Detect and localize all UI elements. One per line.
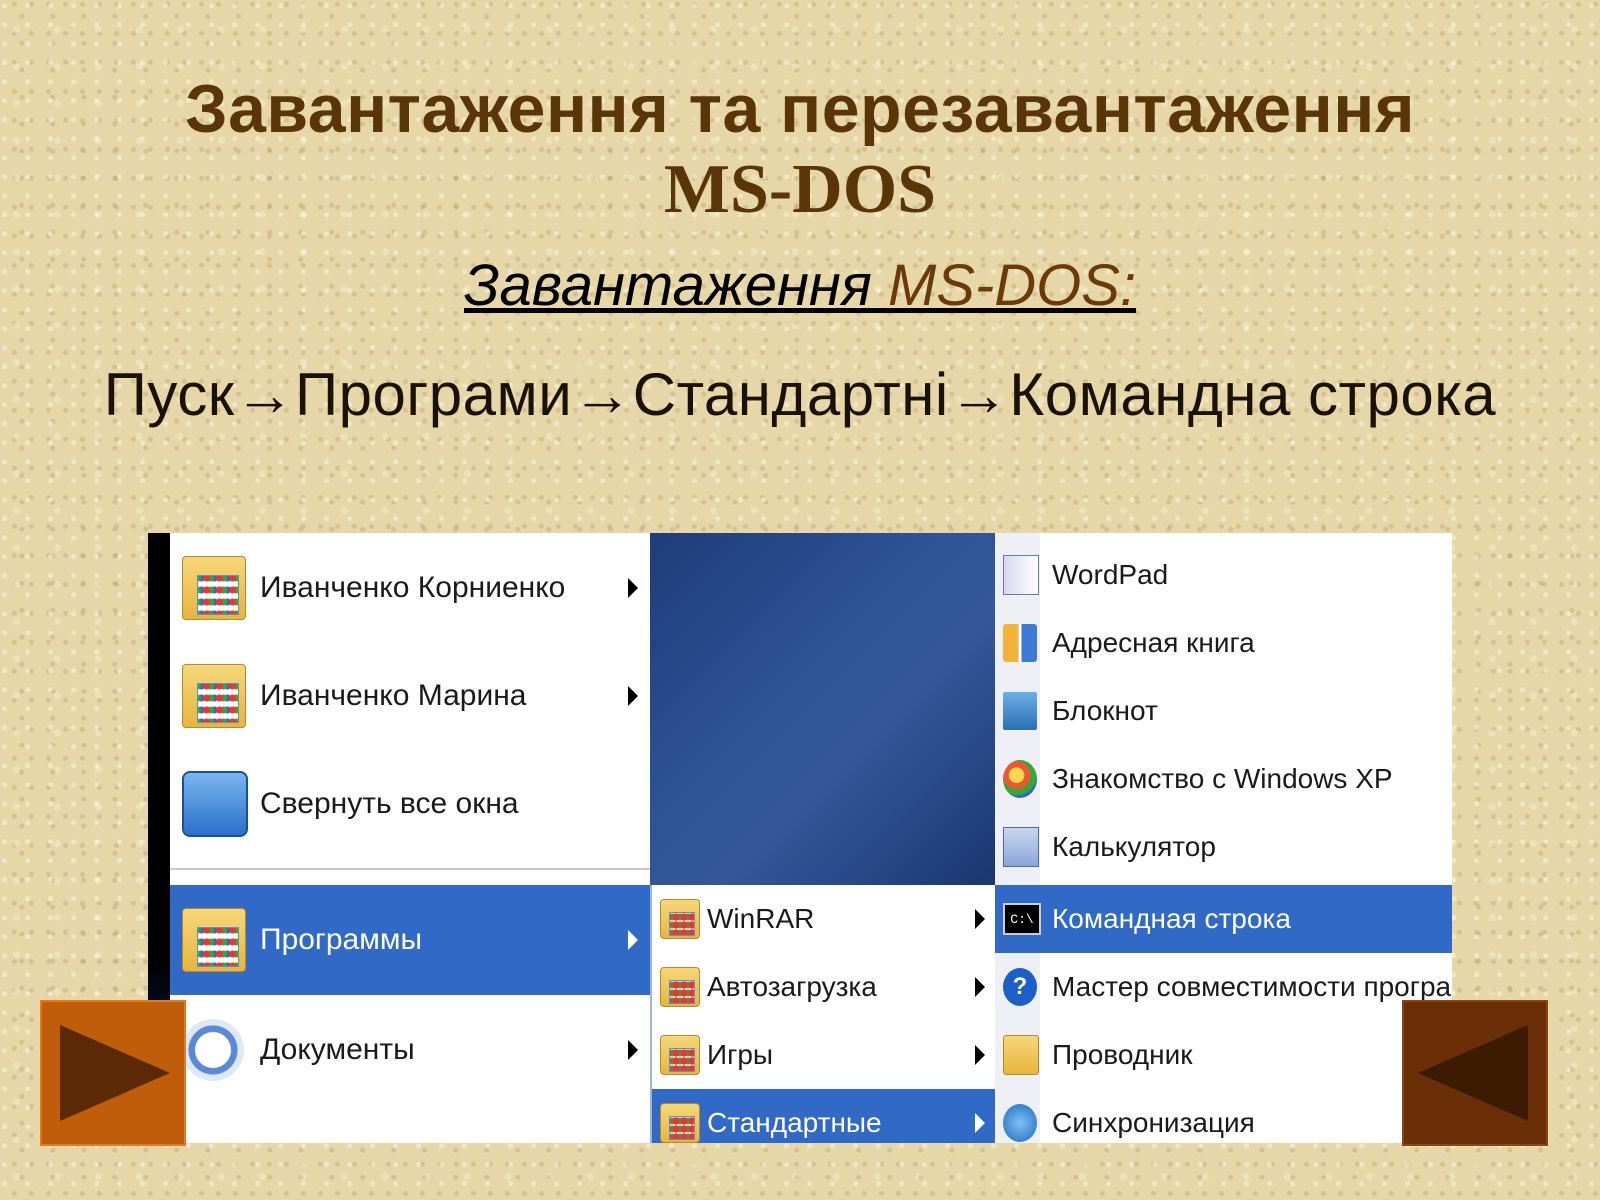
submenu-arrow-icon [628, 1040, 638, 1060]
submenu-arrow-icon [628, 686, 638, 706]
subtitle-text: Завантаження [463, 253, 888, 318]
menu-item-label: Стандартные [707, 1107, 882, 1138]
menu-item-wordpad[interactable]: WordPad [995, 541, 1452, 609]
menu-item-ivanchenko-kornienko[interactable]: Иванченко Корниенко [170, 533, 650, 643]
submenu-arrow-icon [975, 909, 985, 929]
accessories-submenu: WordPad Адресная книга Блокнот Знакомств… [995, 533, 1452, 1143]
menu-item-label: Документы [260, 1033, 415, 1066]
start-menu-background [650, 533, 995, 885]
next-slide-button[interactable] [40, 1000, 186, 1146]
menu-item-label: Программы [260, 923, 423, 956]
folder-icon [182, 556, 246, 620]
menu-item-windows-tour[interactable]: Знакомство с Windows XP [995, 745, 1452, 813]
menu-item-autostart[interactable]: Автозагрузка [652, 953, 997, 1021]
menu-item-label: Свернуть все окна [260, 787, 519, 820]
menu-item-label: Калькулятор [1052, 831, 1216, 862]
menu-item-notepad[interactable]: Блокнот [995, 677, 1452, 745]
menu-item-label: Знакомство с Windows XP [1052, 763, 1393, 794]
menu-item-label: Проводник [1052, 1039, 1193, 1070]
notepad-icon [1003, 692, 1037, 730]
programs-folder-icon [182, 908, 246, 972]
menu-item-minimize-all[interactable]: Свернуть все окна [170, 749, 650, 859]
menu-item-winrar[interactable]: WinRAR [652, 885, 997, 953]
sync-icon [1003, 1104, 1037, 1142]
menu-item-label: Блокнот [1052, 695, 1158, 726]
menu-item-label: Игры [707, 1039, 774, 1070]
menu-divider [170, 868, 650, 870]
menu-item-calculator[interactable]: Калькулятор [995, 813, 1452, 881]
slide-subtitle: Завантаження MS-DOS: [0, 252, 1600, 319]
menu-item-label: Адресная книга [1052, 627, 1255, 658]
minimize-windows-icon [182, 771, 248, 837]
menu-item-programs[interactable]: Программы [170, 885, 650, 995]
folder-icon [660, 967, 700, 1007]
menu-item-synchronization[interactable]: Синхронизация [995, 1089, 1452, 1143]
menu-item-explorer[interactable]: Проводник [995, 1021, 1452, 1089]
menu-item-label: WordPad [1052, 559, 1169, 590]
command-prompt-icon: C:\ [1003, 903, 1041, 935]
calculator-icon [1003, 827, 1039, 867]
menu-item-label: Иванченко Корниенко [260, 571, 566, 604]
submenu-arrow-icon [975, 1113, 985, 1133]
help-icon: ? [1003, 968, 1037, 1006]
programs-submenu: WinRAR Автозагрузка Игры Стандартные [650, 885, 997, 1143]
submenu-arrow-icon [628, 930, 638, 950]
subtitle-ms-dos: MS-DOS: [887, 253, 1137, 318]
menu-item-label: Синхронизация [1052, 1107, 1255, 1138]
menu-item-label: Иванченко Марина [260, 679, 527, 712]
menu-item-label: Командная строка [1052, 903, 1291, 934]
submenu-arrow-icon [975, 1045, 985, 1065]
start-menu-column: Иванченко Корниенко Иванченко Марина Све… [148, 533, 650, 1143]
menu-item-games[interactable]: Игры [652, 1021, 997, 1089]
previous-slide-button[interactable] [1402, 1000, 1548, 1146]
start-menu-screenshot: Иванченко Корниенко Иванченко Марина Све… [148, 533, 1452, 1143]
folder-icon [182, 664, 246, 728]
submenu-arrow-icon [628, 578, 638, 598]
menu-path: Пуск→Програми→Стандартні→Командна строка [103, 361, 1497, 428]
menu-item-label: Автозагрузка [707, 971, 877, 1002]
folder-icon [660, 1035, 700, 1075]
slide-title-ms-dos: MS-DOS [663, 151, 937, 228]
address-book-icon [1003, 624, 1037, 662]
menu-item-label: Мастер совместимости программ [1052, 971, 1452, 1002]
slide-title: Завантаження та перезавантаження [184, 71, 1416, 147]
menu-item-command-prompt[interactable]: C:\ Командная строка [995, 885, 1452, 953]
play-back-icon [1418, 1025, 1528, 1121]
menu-item-accessories[interactable]: Стандартные [652, 1089, 997, 1143]
menu-item-documents[interactable]: Документы [170, 995, 650, 1105]
submenu-arrow-icon [975, 977, 985, 997]
play-forward-icon [60, 1025, 170, 1121]
menu-item-address-book[interactable]: Адресная книга [995, 609, 1452, 677]
windows-tour-icon [1003, 760, 1037, 798]
menu-item-label: WinRAR [707, 903, 815, 934]
folder-icon [660, 899, 700, 939]
wordpad-icon [1003, 555, 1039, 595]
explorer-icon [1003, 1035, 1039, 1075]
menu-item-ivanchenko-marina[interactable]: Иванченко Марина [170, 641, 650, 751]
folder-icon [660, 1103, 700, 1143]
documents-icon [182, 1019, 244, 1081]
menu-item-compatibility-wizard[interactable]: ? Мастер совместимости программ [995, 953, 1452, 1021]
